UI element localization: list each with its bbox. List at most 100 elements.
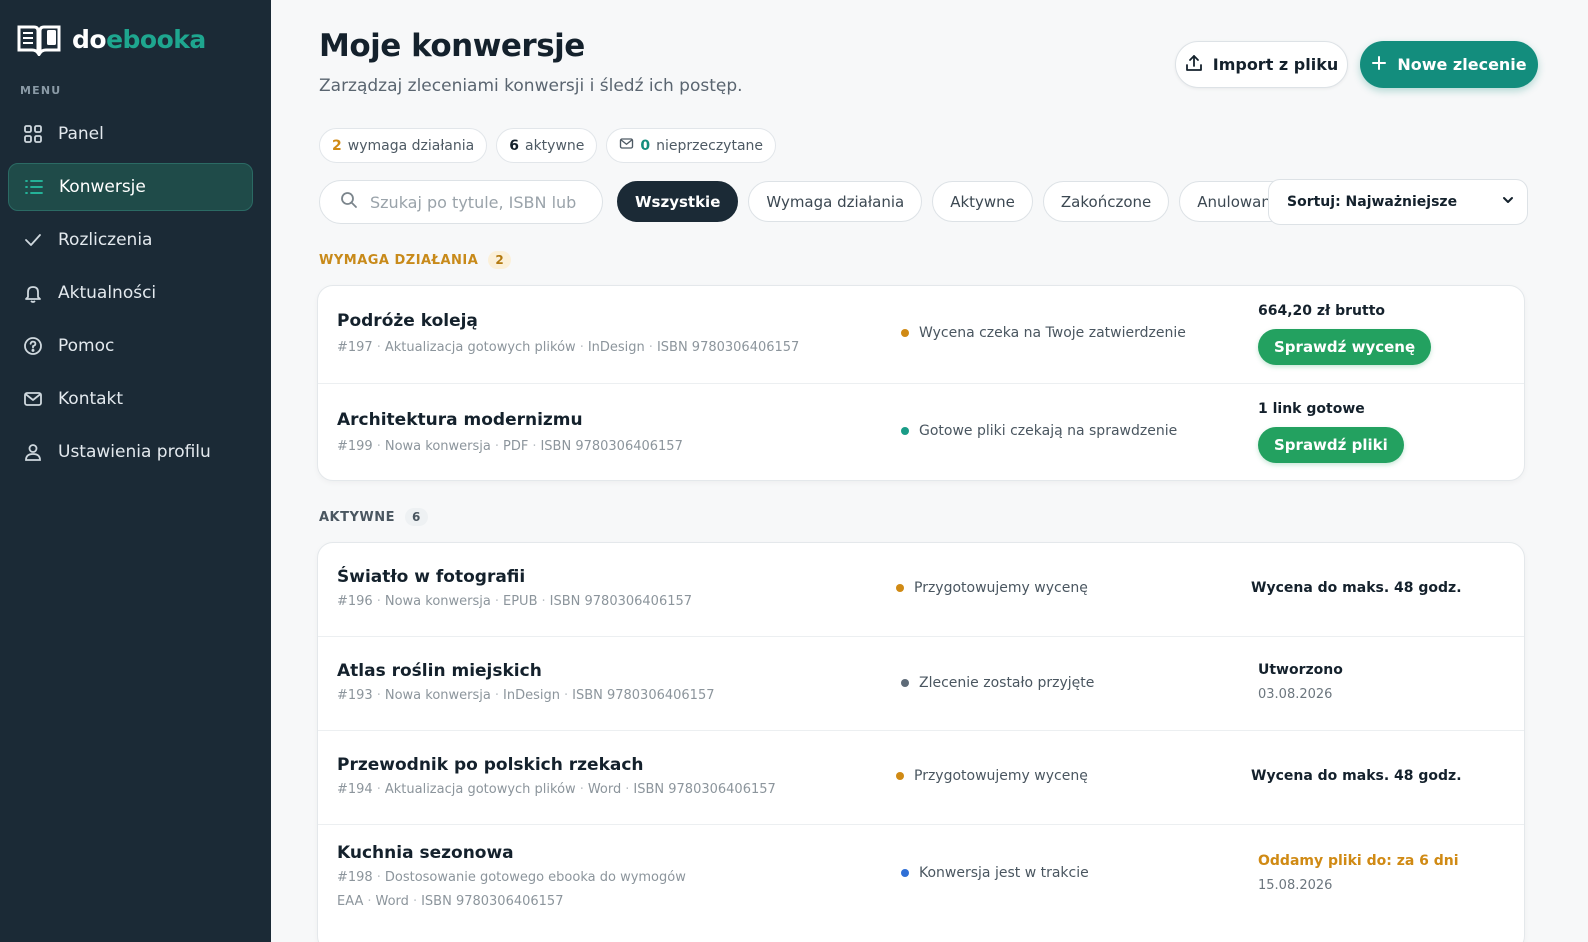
filter-completed[interactable]: Zakończone <box>1042 181 1170 222</box>
filter-active[interactable]: Aktywne <box>932 181 1033 222</box>
mail-icon <box>22 388 44 410</box>
section-title: AKTYWNE <box>319 509 396 525</box>
order-row[interactable]: Architektura modernizmu #199 · Nowa konwer… <box>318 384 1524 480</box>
order-id: #193 <box>337 688 373 703</box>
upload-icon <box>1185 54 1203 76</box>
logo[interactable]: doebooka <box>16 22 206 56</box>
list-icon <box>23 176 45 198</box>
check-icon <box>22 229 44 251</box>
sidebar-item-label: Panel <box>58 124 104 144</box>
order-row[interactable]: Atlas roślin miejskich #193 · Nowa konwers… <box>318 637 1524 731</box>
status-dot <box>901 427 909 435</box>
sidebar-item-ustawienia-profilu[interactable]: Ustawienia profilu <box>8 428 253 476</box>
order-title: Architektura modernizmu <box>337 410 583 430</box>
order-meta: #194 · Aktualizacja gotowych plików · Word · I… <box>337 782 776 797</box>
action-count: 2 <box>332 137 342 154</box>
active-count-chip[interactable]: 6 aktywne <box>496 128 598 163</box>
order-meta: #198 · Dostosowanie gotowego ebooka do wym… <box>337 870 686 909</box>
order-eta: Wycena do maks. 48 godz. <box>1251 768 1462 784</box>
order-row[interactable]: Przewodnik po polskich rzekach #194 · Aktu… <box>318 731 1524 825</box>
menu-label: MENU <box>20 84 62 97</box>
action-count-label: wymaga działania <box>347 137 475 154</box>
order-format: InDesign <box>587 340 645 355</box>
order-meta: #196 · Nowa konwersja · EPUB · ISBN 9780306406… <box>337 594 693 609</box>
sort-select-value: Sortuj: Najważniejsze <box>1287 194 1458 210</box>
page-subtitle: Zarządzaj zleceniami konwersji i śledź i… <box>319 76 743 96</box>
order-type: Nowa konwersja <box>384 439 491 454</box>
order-title: Światło w fotografii <box>337 567 526 587</box>
sidebar-item-kontakt[interactable]: Kontakt <box>8 375 253 423</box>
sidebar-item-rozliczenia[interactable]: Rozliczenia <box>8 216 253 264</box>
order-id: #196 <box>337 594 373 609</box>
order-created-label: Utworzono <box>1258 662 1343 678</box>
unread-count-chip[interactable]: 0 nieprzeczytane <box>606 128 777 163</box>
filter-action-required[interactable]: Wymaga działania <box>748 181 923 222</box>
new-order-button-label: Nowe zlecenie <box>1397 55 1527 74</box>
order-status: Gotowe pliki czekają na sprawdzenie <box>901 423 1177 439</box>
import-button[interactable]: Import z pliku <box>1175 41 1348 88</box>
order-status-text: Wycena czeka na Twoje zatwierdzenie <box>919 325 1186 341</box>
order-isbn: ISBN 9780306406157 <box>549 594 693 609</box>
sidebar: doebooka MENU Panel Konwersje Rozliczeni… <box>0 0 271 942</box>
mail-icon <box>619 136 634 155</box>
sidebar-item-konwersje[interactable]: Konwersje <box>8 163 253 211</box>
status-dot <box>901 329 909 337</box>
active-count-label: aktywne <box>524 137 585 154</box>
order-meta: #197 · Aktualizacja gotowych plików · InDesi… <box>337 340 800 355</box>
order-id: #198 <box>337 870 373 885</box>
order-status: Zlecenie zostało przyjęte <box>901 675 1094 691</box>
sidebar-item-panel[interactable]: Panel <box>8 110 253 158</box>
sidebar-item-pomoc[interactable]: Pomoc <box>8 322 253 370</box>
filter-all[interactable]: Wszystkie <box>617 181 739 222</box>
sidebar-item-aktualnosci[interactable]: Aktualności <box>8 269 253 317</box>
search-input[interactable] <box>370 192 580 212</box>
order-isbn: ISBN 9780306406157 <box>540 439 683 454</box>
status-dot <box>901 869 909 877</box>
order-deadline-date: 15.08.2026 <box>1258 878 1333 893</box>
order-row[interactable]: Światło w fotografii #196 · Nowa konwersja… <box>318 543 1524 637</box>
order-title: Podróże koleją <box>337 311 478 331</box>
status-filters: Wszystkie Wymaga działania Aktywne Zakoń… <box>617 181 1299 222</box>
sidebar-item-label: Konwersje <box>59 177 146 197</box>
order-row[interactable]: Podróże koleją #197 · Aktualizacja gotowyc… <box>318 286 1524 384</box>
order-status: Wycena czeka na Twoje zatwierdzenie <box>901 325 1186 341</box>
logo-text: doebooka <box>72 24 206 54</box>
grid-icon <box>22 123 44 145</box>
page-title: Moje konwersje <box>319 28 585 64</box>
order-title: Atlas roślin miejskich <box>337 661 542 681</box>
check-quote-button[interactable]: Sprawdź wycenę <box>1258 329 1432 365</box>
section-count-badge: 6 <box>405 508 428 526</box>
order-status-text: Konwersja jest w trakcie <box>919 865 1089 881</box>
action-count-chip[interactable]: 2 wymaga działania <box>319 128 488 163</box>
active-orders-list: Światło w fotografii #196 · Nowa konwersja… <box>317 542 1525 942</box>
help-circle-icon <box>22 335 44 357</box>
sidebar-nav: Panel Konwersje Rozliczenia Aktualności … <box>8 110 253 481</box>
order-status-text: Zlecenie zostało przyjęte <box>919 675 1095 691</box>
order-status: Przygotowujemy wycenę <box>896 580 1088 596</box>
order-id: #199 <box>337 439 373 454</box>
section-active-header: AKTYWNE 6 <box>319 508 428 526</box>
status-dot <box>896 772 904 780</box>
order-format: PDF <box>503 439 529 454</box>
order-title: Przewodnik po polskich rzekach <box>337 755 644 775</box>
search-box <box>319 180 603 224</box>
order-id: #197 <box>337 340 373 355</box>
order-files-ready: 1 link gotowe <box>1258 401 1365 417</box>
section-action-required-header: WYMAGA DZIAŁANIA 2 <box>319 251 512 269</box>
active-count: 6 <box>509 137 519 154</box>
order-format: EPUB <box>503 594 538 609</box>
plus-icon <box>1371 55 1387 75</box>
order-isbn: ISBN 9780306406157 <box>572 688 715 703</box>
new-order-button[interactable]: Nowe zlecenie <box>1360 41 1538 88</box>
summary-chips: 2 wymaga działania 6 aktywne 0 nieprzecz… <box>319 128 777 163</box>
user-icon <box>22 441 44 463</box>
order-isbn: ISBN 9780306406157 <box>656 340 800 355</box>
sidebar-item-label: Rozliczenia <box>58 230 153 250</box>
search-icon <box>340 191 358 213</box>
order-status-text: Przygotowujemy wycenę <box>914 580 1088 596</box>
section-title: WYMAGA DZIAŁANIA <box>319 252 479 268</box>
check-files-button[interactable]: Sprawdź pliki <box>1258 427 1404 463</box>
order-title: Kuchnia sezonowa <box>337 843 514 863</box>
order-row[interactable]: Kuchnia sezonowa #198 · Dostosowanie gotow… <box>318 825 1524 942</box>
sort-select[interactable]: Sortuj: Najważniejsze <box>1268 179 1528 225</box>
